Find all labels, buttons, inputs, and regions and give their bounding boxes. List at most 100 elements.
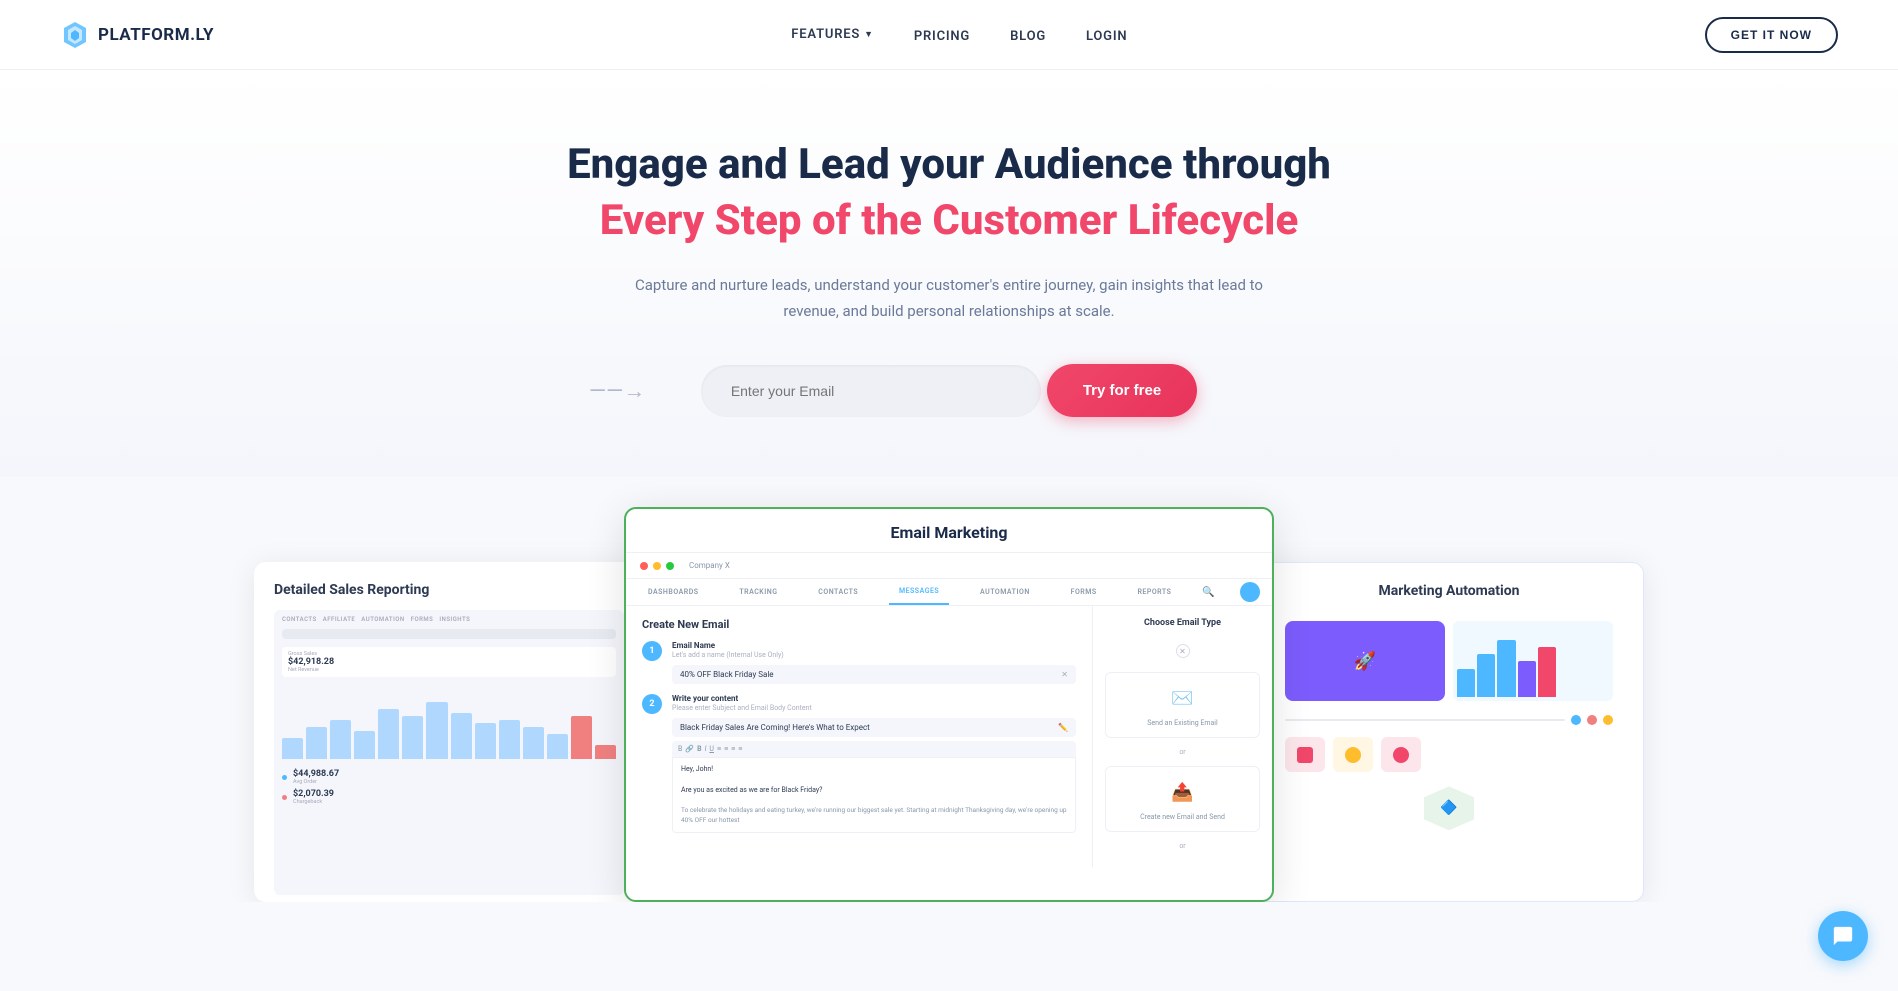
chrome-dot-yellow [653, 562, 661, 570]
automation-chart-area [1453, 621, 1613, 701]
dot-blue [1571, 715, 1581, 725]
new-email-option[interactable]: 📤 Create new Email and Send [1105, 766, 1260, 832]
browser-chrome: Company X [626, 553, 1272, 579]
stat-row-2: $2,070.39 Chargeback [282, 789, 616, 805]
existing-email-icon: ✉️ [1168, 683, 1198, 713]
step1-input[interactable]: 40% OFF Black Friday Sale ✕ [672, 665, 1076, 684]
existing-email-label: Send an Existing Email [1147, 719, 1217, 727]
chart-bar [499, 720, 520, 760]
try-for-free-button[interactable]: Try for free [1047, 364, 1197, 417]
sales-stats-row: Gross Sales $42,918.28 Net Revenue [282, 647, 616, 677]
chart-bar [571, 716, 592, 759]
action-node-pink [1381, 737, 1421, 772]
chat-support-button[interactable] [1818, 911, 1868, 961]
nav-login[interactable]: LOGIN [1086, 29, 1127, 44]
or-divider-2: or [1105, 842, 1260, 850]
chart-bar [354, 731, 375, 760]
step-2-content: Write your content Please enter Subject … [672, 694, 1076, 833]
email-input[interactable] [701, 365, 1041, 417]
clear-icon[interactable]: ✕ [1061, 670, 1068, 679]
hero-section: Engage and Lead your Audience through Ev… [0, 70, 1898, 477]
logo[interactable]: PLATFORM.ly [60, 20, 214, 50]
close-btn[interactable]: ✕ [1105, 644, 1260, 658]
dot-yellow [1603, 715, 1613, 725]
chart-bar [378, 709, 399, 759]
new-email-icon: 📤 [1168, 777, 1198, 807]
tab-forms[interactable]: FORMS [1061, 580, 1107, 604]
nav-features[interactable]: FEATURES ▼ [791, 27, 874, 42]
choose-email-title: Choose Email Type [1105, 618, 1260, 628]
center-nav-tabs: DASHBOARDS TRACKING CONTACTS MESSAGES AU… [626, 579, 1272, 606]
choose-email-panel: Choose Email Type ✕ ✉️ Send an Existing … [1092, 606, 1272, 867]
logo-icon [60, 20, 90, 50]
nav-pricing[interactable]: PRICING [914, 29, 970, 44]
hero-headline1: Engage and Lead your Audience through [20, 140, 1878, 190]
chat-icon [1832, 925, 1854, 947]
chrome-dot-green [666, 562, 674, 570]
company-name: Company X [689, 561, 730, 570]
search-icon[interactable]: 🔍 [1202, 587, 1215, 598]
connector-line [1285, 719, 1565, 721]
automation-dots-row [1275, 711, 1623, 729]
chart-bar [475, 723, 496, 759]
chart-bar [306, 727, 327, 759]
step-1-content: Email Name Let's add a name (Internal Us… [672, 641, 1076, 684]
stat-row-1: $44,988.67 Avg Order [282, 769, 616, 785]
sales-browser-bar [282, 629, 616, 639]
email-marketing-card: Email Marketing Company X DASHBOARDS TRA… [624, 507, 1274, 902]
hex-decoration: 🔷 [1424, 786, 1474, 830]
logo-text: PLATFORM.ly [98, 25, 214, 45]
tab-tracking[interactable]: TRACKING [729, 580, 787, 604]
automation-actions-row [1275, 729, 1623, 780]
avatar [1240, 582, 1260, 602]
chart-bar [547, 734, 568, 759]
chart-bar [402, 716, 423, 759]
chart-bar [523, 727, 544, 759]
chart-bar [451, 713, 472, 760]
marketing-automation-card: Marketing Automation 🚀 [1254, 562, 1644, 902]
step-2: 2 Write your content Please enter Subjec… [642, 694, 1076, 833]
nav-cta-button[interactable]: GET IT NOW [1705, 17, 1838, 53]
chart-bar [595, 745, 616, 759]
new-email-label: Create new Email and Send [1140, 813, 1225, 821]
chart-bar [330, 720, 351, 760]
center-content: Create New Email 1 Email Name Let's add … [626, 606, 1272, 867]
nav-links: FEATURES ▼ PRICING BLOG LOGIN [791, 25, 1127, 44]
hero-headline2: Every Step of the Customer Lifecycle [20, 196, 1878, 245]
create-email-title: Create New Email [642, 618, 1076, 631]
step2-subject[interactable]: Black Friday Sales Are Coming! Here's Wh… [672, 718, 1076, 737]
edit-icon[interactable]: ✏️ [1058, 723, 1068, 732]
nav-blog[interactable]: BLOG [1010, 29, 1046, 44]
existing-email-option[interactable]: ✉️ Send an Existing Email [1105, 672, 1260, 738]
sales-browser-nav: CONTACTSAFFILIATEAUTOMATIONFORMSINSIGHTS [282, 616, 616, 623]
action-node-orange [1333, 737, 1373, 772]
tab-contacts[interactable]: CONTACTS [808, 580, 868, 604]
step-num-2: 2 [642, 694, 662, 714]
sales-chart [282, 683, 616, 763]
automation-card-title: Marketing Automation [1275, 583, 1623, 599]
chart-bar [282, 738, 303, 760]
automation-grid: 🚀 [1275, 611, 1623, 711]
stat-dot-1 [282, 775, 287, 780]
navbar: PLATFORM.ly FEATURES ▼ PRICING BLOG LOGI… [0, 0, 1898, 70]
stat-gross: Gross Sales $42,918.28 Net Revenue [282, 647, 616, 677]
create-email-form: Create New Email 1 Email Name Let's add … [626, 606, 1092, 867]
action-node-red [1285, 737, 1325, 772]
chart-bar [426, 702, 447, 760]
email-marketing-title: Email Marketing [626, 509, 1272, 553]
tab-automation[interactable]: AUTOMATION [970, 580, 1040, 604]
tab-messages[interactable]: MESSAGES [889, 579, 949, 605]
step-num-1: 1 [642, 641, 662, 661]
or-divider: or [1105, 748, 1260, 756]
tab-dashboards[interactable]: DASHBOARDS [638, 580, 709, 604]
email-body[interactable]: Hey, John! Are you as excited as we are … [672, 757, 1076, 833]
step-1: 1 Email Name Let's add a name (Internal … [642, 641, 1076, 684]
features-dropdown-arrow: ▼ [864, 29, 874, 40]
stat-dot-2 [282, 795, 287, 800]
editor-toolbar: B🔗 B I U ≡≡ ≡≡ [672, 741, 1076, 757]
tab-reports[interactable]: REPORTS [1127, 580, 1181, 604]
stat-rows: $44,988.67 Avg Order $2,070.39 Chargebac… [282, 769, 616, 805]
mini-automation-chart [1453, 621, 1613, 701]
hero-subtext: Capture and nurture leads, understand yo… [609, 273, 1289, 324]
stat-gross-value: $42,918.28 [288, 657, 610, 667]
